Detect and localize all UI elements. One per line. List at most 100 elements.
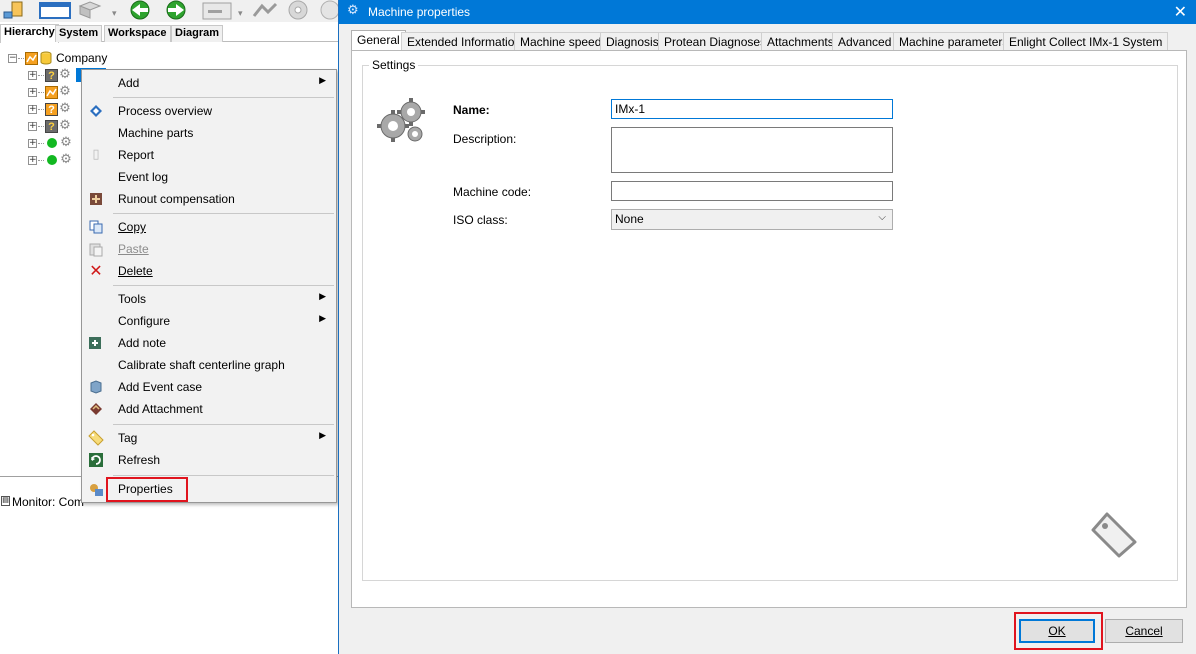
tab-diagram[interactable]: Diagram <box>171 25 224 42</box>
menu-item-copy[interactable]: Copy <box>84 216 334 238</box>
tree-connector <box>38 91 44 93</box>
menu-item-add-attachment[interactable]: Add Attachment <box>84 398 334 420</box>
tab-machine-parameters[interactable]: Machine parameters <box>893 32 1015 51</box>
tree-label-company: Company <box>56 51 108 65</box>
menu-item-add-note[interactable]: Add note <box>84 332 334 354</box>
menu-item-event-log[interactable]: Event log <box>84 166 334 188</box>
tree-node-company[interactable]: − Company <box>8 50 107 66</box>
machine-code-label: Machine code: <box>453 185 532 199</box>
tab-machine-speed[interactable]: Machine speed <box>514 32 608 51</box>
cancel-button[interactable]: Cancel <box>1105 619 1183 643</box>
window-icon[interactable] <box>200 0 234 20</box>
properties-highlight-box <box>106 477 188 502</box>
ok-status-icon <box>47 155 57 165</box>
runout-compensation-icon <box>88 191 104 207</box>
menu-item-runout-compensation[interactable]: Runout compensation <box>84 188 334 210</box>
menu-item-label: Event log <box>118 170 169 184</box>
monitor-tab-label: Monitor: Com <box>12 495 85 509</box>
submenu-arrow-icon: ▶ <box>319 292 326 302</box>
menu-item-label: Process overview <box>118 104 213 118</box>
tree-node[interactable]: + ? ⚙ <box>28 101 72 117</box>
description-field[interactable] <box>611 127 893 173</box>
dropdown-arrow-icon[interactable]: ▾ <box>238 8 243 19</box>
tree-node[interactable]: + ⚙ <box>28 135 73 151</box>
expand-icon[interactable]: + <box>28 155 37 165</box>
tab-workspace[interactable]: Workspace <box>104 25 171 42</box>
menu-item-label: Copy <box>118 220 147 234</box>
chart-icon[interactable] <box>250 0 280 20</box>
warning-status-icon: ? <box>45 102 58 116</box>
navigation-tabs: Hierarchy System Workspace Diagram <box>0 24 338 43</box>
dialog-titlebar[interactable]: ⚙ Machine properties ✕ <box>339 0 1196 24</box>
tab-advanced[interactable]: Advanced <box>832 32 898 51</box>
list-view-icon[interactable] <box>38 0 72 20</box>
iso-class-select[interactable]: None ⌵ <box>611 209 893 230</box>
report-icon: ▯ <box>92 147 100 162</box>
menu-item-calibrate-shaft[interactable]: Calibrate shaft centerline graph <box>84 354 334 376</box>
hierarchy-view-icon[interactable] <box>2 0 36 20</box>
tab-extended-information[interactable]: Extended Information <box>401 32 528 51</box>
menu-separator <box>113 285 334 286</box>
tab-general[interactable]: General <box>351 30 406 51</box>
collapse-icon[interactable]: − <box>8 53 17 63</box>
forward-arrow-icon[interactable] <box>160 0 192 20</box>
menu-item-delete[interactable]: ✕ Delete <box>84 260 334 282</box>
menu-item-add[interactable]: Add ▶ <box>84 72 334 94</box>
gears-icon <box>377 98 425 142</box>
expand-icon[interactable]: + <box>28 104 37 114</box>
paste-icon <box>88 241 104 257</box>
disc-icon[interactable] <box>284 0 314 20</box>
expand-icon[interactable]: + <box>28 138 37 148</box>
general-tab-panel: Settings Name: IMx-1 Description: Machin… <box>351 50 1187 608</box>
process-overview-icon <box>88 103 104 119</box>
machine-gear-icon: ⚙ <box>59 84 71 99</box>
dialog-title: Machine properties <box>368 5 471 19</box>
ok-status-icon <box>47 138 57 148</box>
refresh-icon <box>88 452 104 468</box>
tab-diagnosis[interactable]: Diagnosis <box>600 32 665 51</box>
tab-system[interactable]: System <box>55 25 103 42</box>
properties-icon <box>88 481 104 497</box>
menu-item-tools[interactable]: Tools ▶ <box>84 288 334 310</box>
tree-connector <box>38 125 44 127</box>
tree-node[interactable]: + ⚙ <box>28 84 72 100</box>
menu-item-tag[interactable]: Tag ▶ <box>84 427 334 449</box>
tree-connector <box>38 142 44 144</box>
tree-node[interactable]: + ⚙ <box>28 152 73 168</box>
menu-item-configure[interactable]: Configure ▶ <box>84 310 334 332</box>
machine-gear-icon: ⚙ <box>59 118 71 133</box>
machine-gear-icon: ⚙ <box>60 152 72 167</box>
machine-code-field[interactable] <box>611 181 893 201</box>
expand-icon[interactable]: + <box>28 87 37 97</box>
unknown-status-icon: ? <box>45 68 58 82</box>
menu-item-paste[interactable]: Paste <box>84 238 334 260</box>
machine-gear-icon: ⚙ <box>59 101 71 116</box>
circle-icon[interactable] <box>318 0 338 20</box>
add-note-icon <box>88 335 104 351</box>
back-arrow-icon[interactable] <box>124 0 156 20</box>
menu-item-report[interactable]: ▯ Report <box>84 144 334 166</box>
toolbar: ▾ ▾ <box>0 0 338 22</box>
menu-item-machine-parts[interactable]: Machine parts <box>84 122 334 144</box>
tree-node[interactable]: + ? ⚙ <box>28 118 72 134</box>
tab-hierarchy[interactable]: Hierarchy <box>0 24 59 43</box>
expand-icon[interactable]: + <box>28 70 37 80</box>
menu-separator <box>113 97 334 98</box>
menu-item-refresh[interactable]: Refresh <box>84 449 334 471</box>
context-menu: Add ▶ Process overview Machine parts ▯ R… <box>81 69 337 503</box>
close-icon[interactable]: ✕ <box>1174 2 1187 21</box>
menu-item-label: Tools <box>118 292 147 306</box>
menu-item-label: Refresh <box>118 453 161 467</box>
menu-item-process-overview[interactable]: Process overview <box>84 100 334 122</box>
tab-attachments[interactable]: Attachments <box>761 32 840 51</box>
menu-item-add-event-case[interactable]: Add Event case <box>84 376 334 398</box>
tab-protean-diagnoses[interactable]: Protean Diagnoses <box>658 32 773 51</box>
tab-enlight-collect[interactable]: Enlight Collect IMx-1 System <box>1003 32 1169 51</box>
chevron-down-icon: ⌵ <box>878 212 886 223</box>
cube-icon[interactable] <box>76 0 104 20</box>
menu-item-label: Configure <box>118 314 171 328</box>
delete-icon: ✕ <box>89 261 103 280</box>
name-field[interactable]: IMx-1 <box>611 99 893 119</box>
dropdown-arrow-icon[interactable]: ▾ <box>112 8 117 19</box>
expand-icon[interactable]: + <box>28 121 37 131</box>
